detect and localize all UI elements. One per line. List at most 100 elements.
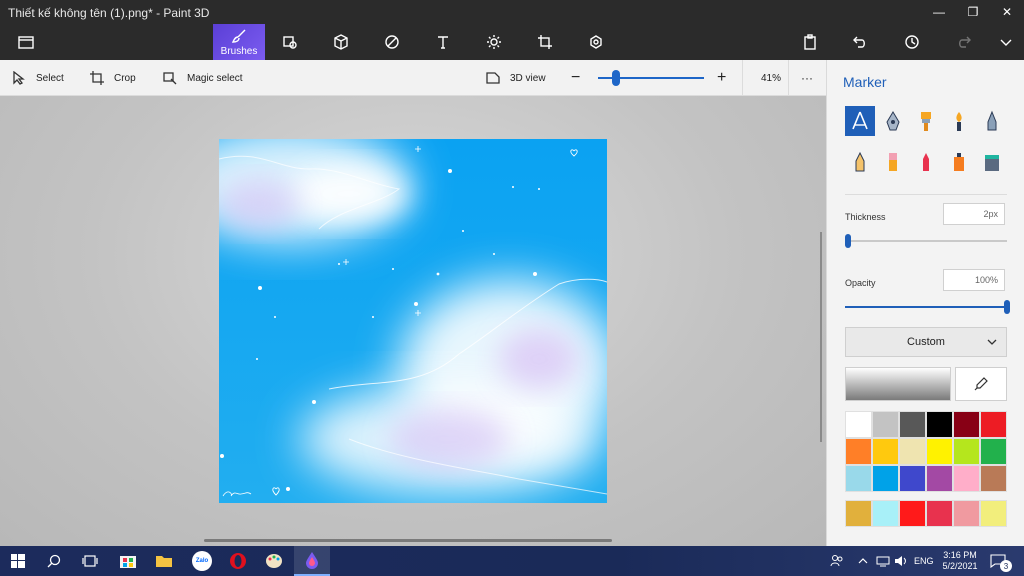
taskbar-file-explorer[interactable] [146, 546, 182, 576]
divider [845, 194, 1007, 195]
brushes-icon [231, 29, 246, 43]
thickness-slider-thumb[interactable] [845, 234, 852, 248]
color-swatch[interactable] [980, 411, 1007, 438]
tab-effects[interactable] [468, 24, 520, 60]
minimize-button[interactable]: — [922, 0, 956, 24]
color-swatch[interactable] [899, 465, 926, 492]
tab-3d-library[interactable] [570, 24, 622, 60]
horizontal-scrollbar[interactable] [204, 539, 612, 542]
color-swatch[interactable] [872, 411, 899, 438]
opacity-input[interactable]: 100% [943, 269, 1005, 291]
zalo-label: Zalo [195, 558, 209, 564]
language-indicator[interactable]: ENG [914, 546, 934, 576]
menu-button[interactable] [0, 24, 52, 60]
divider [742, 60, 743, 96]
magic-select-button[interactable]: Magic select [163, 60, 243, 96]
brush-calligraphy-pen[interactable] [878, 106, 908, 136]
paint-3d-icon [306, 552, 318, 569]
maximize-button[interactable]: ❐ [956, 0, 990, 24]
people-button[interactable] [830, 546, 844, 576]
color-swatch[interactable] [953, 411, 980, 438]
color-swatch[interactable] [845, 500, 872, 527]
zoom-out-button[interactable]: − [571, 60, 580, 96]
brush-marker[interactable] [845, 106, 875, 136]
expand-button[interactable] [980, 24, 1024, 60]
color-swatch[interactable] [953, 465, 980, 492]
eyedropper-button[interactable] [955, 367, 1007, 401]
color-swatch[interactable] [926, 438, 953, 465]
crayon-icon [923, 153, 929, 171]
notifications-button[interactable]: 3 [990, 546, 1012, 576]
color-swatch[interactable] [845, 411, 872, 438]
color-swatch[interactable] [899, 500, 926, 527]
color-swatch[interactable] [845, 438, 872, 465]
tab-canvas[interactable] [519, 24, 571, 60]
color-mode-dropdown[interactable]: Custom [845, 327, 1007, 357]
tab-3d-shapes[interactable] [315, 24, 367, 60]
color-swatch[interactable] [926, 411, 953, 438]
color-swatch[interactable] [899, 438, 926, 465]
network-button[interactable] [876, 546, 890, 576]
show-hidden-icons-button[interactable] [858, 546, 868, 576]
opacity-label: Opacity [845, 278, 876, 288]
color-swatch[interactable] [845, 465, 872, 492]
calligraphy-pen-icon [886, 111, 900, 131]
people-icon [830, 555, 843, 567]
start-button[interactable] [0, 546, 36, 576]
thickness-slider-track[interactable] [845, 240, 1007, 242]
more-options-button[interactable]: ··· [801, 60, 813, 96]
zoom-in-button[interactable]: + [717, 60, 726, 96]
brush-watercolor[interactable] [944, 106, 974, 136]
undo-button[interactable] [834, 24, 886, 60]
color-swatch[interactable] [953, 500, 980, 527]
zoom-value: 41% [761, 72, 782, 84]
close-button[interactable]: ✕ [990, 0, 1024, 24]
history-button[interactable] [886, 24, 938, 60]
color-swatch[interactable] [953, 438, 980, 465]
minus-icon: − [571, 69, 581, 86]
crop-button[interactable]: Crop [90, 60, 136, 96]
search-button[interactable] [36, 546, 72, 576]
tab-brushes[interactable]: Brushes [213, 24, 265, 60]
taskbar-paint[interactable] [256, 546, 292, 576]
brush-eraser[interactable] [878, 147, 908, 177]
taskbar-app-store[interactable] [110, 546, 146, 576]
opacity-slider-thumb[interactable] [1004, 300, 1010, 314]
3d-view-toggle[interactable]: 3D view [486, 60, 546, 96]
brush-spray-can[interactable] [944, 147, 974, 177]
divider [788, 60, 789, 96]
tab-2d-shapes[interactable] [264, 24, 316, 60]
color-swatch[interactable] [980, 465, 1007, 492]
color-swatch[interactable] [980, 500, 1007, 527]
color-swatch[interactable] [872, 465, 899, 492]
brush-crayon[interactable] [911, 147, 941, 177]
volume-button[interactable] [894, 546, 908, 576]
select-button[interactable]: Select [12, 60, 64, 96]
vertical-scrollbar[interactable] [820, 232, 822, 442]
color-swatch[interactable] [926, 500, 953, 527]
brush-oil[interactable] [911, 106, 941, 136]
task-view-button[interactable] [72, 546, 108, 576]
color-swatch[interactable] [926, 465, 953, 492]
brush-pixel-pen[interactable] [977, 106, 1007, 136]
color-swatch[interactable] [872, 438, 899, 465]
taskbar-zalo[interactable]: Zalo [184, 546, 220, 576]
taskbar-paint-3d[interactable] [294, 546, 330, 576]
color-swatch[interactable] [872, 500, 899, 527]
tab-stickers[interactable] [366, 24, 418, 60]
drawing-canvas[interactable] [219, 139, 607, 503]
tab-text[interactable] [417, 24, 469, 60]
paste-icon [804, 34, 816, 50]
color-swatch[interactable] [899, 411, 926, 438]
brush-pencil[interactable] [845, 147, 875, 177]
paste-button[interactable] [784, 24, 836, 60]
color-mode-label: Custom [907, 336, 945, 348]
thickness-input[interactable]: 2px [943, 203, 1005, 225]
zoom-slider-thumb[interactable] [612, 70, 621, 86]
taskbar-opera[interactable] [220, 546, 256, 576]
brush-fill[interactable] [977, 147, 1007, 177]
color-swatch[interactable] [980, 438, 1007, 465]
crop-icon [90, 71, 104, 85]
pencil-icon [855, 151, 865, 172]
clock[interactable]: 3:16 PM 5/2/2021 [940, 546, 980, 576]
